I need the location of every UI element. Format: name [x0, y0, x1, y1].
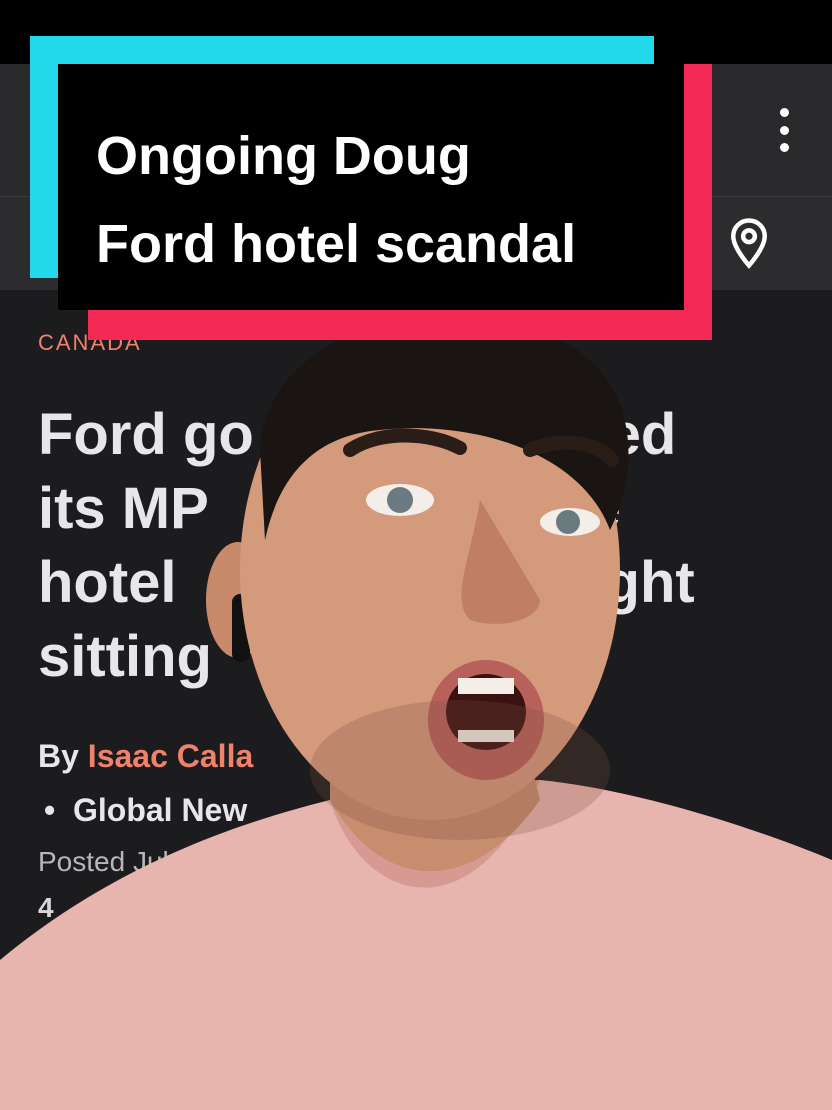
more-vert-icon[interactable]	[776, 108, 792, 152]
presenter-photo	[0, 318, 832, 1110]
caption-line-1: Ongoing Doug	[96, 126, 471, 186]
location-pin-icon[interactable]	[722, 216, 776, 270]
caption-text: Ongoing Doug Ford hotel scandal	[96, 112, 676, 288]
caption-line-2: Ford hotel scandal	[96, 214, 577, 274]
